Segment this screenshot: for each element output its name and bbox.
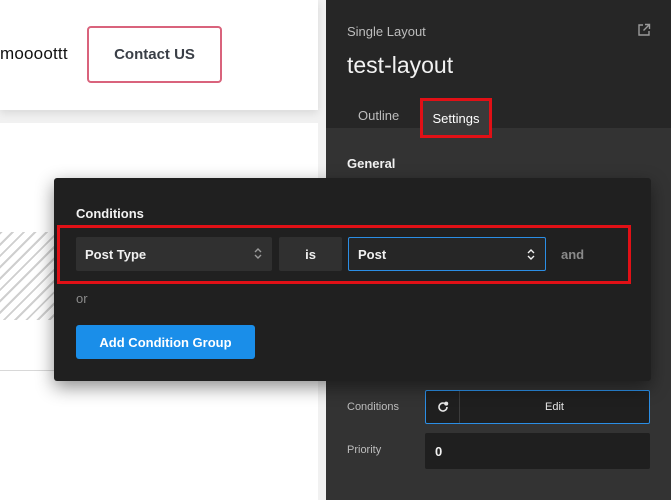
and-conjunction[interactable]: and (561, 247, 584, 262)
image-placeholder (0, 232, 56, 320)
chevron-updown-icon (527, 249, 535, 260)
contact-us-button[interactable]: Contact US (87, 26, 222, 83)
post-type-value: Post Type (85, 246, 147, 262)
preview-header: moooottt Contact US (0, 0, 318, 110)
value-select[interactable]: Post (348, 237, 546, 271)
priority-label: Priority (347, 444, 382, 456)
edit-conditions-button[interactable]: Edit (460, 391, 649, 423)
tab-settings[interactable]: Settings (420, 98, 492, 138)
operator-value: is (305, 246, 316, 262)
conditions-popover: Conditions Post Type is Post and or Add … (54, 178, 651, 381)
section-general-heading: General (347, 156, 396, 171)
layout-type: Single Layout (347, 24, 426, 39)
add-condition-group-button[interactable]: Add Condition Group (76, 325, 255, 359)
popover-title: Conditions (76, 206, 144, 221)
brand-text: moooottt (0, 44, 68, 63)
divider (0, 370, 56, 371)
value-selected: Post (358, 246, 387, 262)
layout-title: test-layout (347, 52, 454, 78)
tab-outline[interactable]: Outline (358, 108, 399, 123)
or-conjunction[interactable]: or (76, 291, 88, 306)
priority-input[interactable]: 0 (425, 433, 650, 469)
conditions-label: Conditions (347, 401, 399, 413)
operator-select[interactable]: is (279, 237, 342, 271)
post-type-select[interactable]: Post Type (76, 237, 272, 271)
conditions-field[interactable]: Edit (425, 390, 650, 424)
export-icon[interactable] (637, 23, 651, 37)
chevron-updown-icon (254, 248, 262, 259)
refresh-settings-icon[interactable] (426, 391, 460, 423)
